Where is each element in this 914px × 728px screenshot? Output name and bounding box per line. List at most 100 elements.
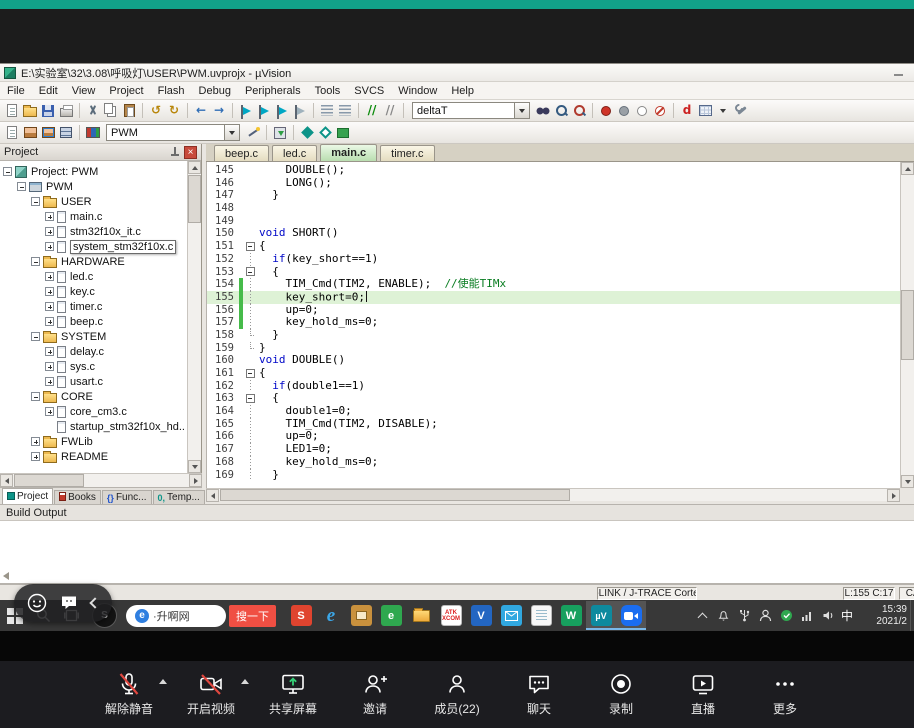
taskbar-clock[interactable]: 15:39 2021/2: [860, 604, 907, 628]
expander-icon[interactable]: [31, 452, 40, 461]
app-shield-icon[interactable]: V: [466, 601, 496, 630]
app-archive-icon[interactable]: [346, 601, 376, 630]
line-number[interactable]: 145: [207, 164, 239, 177]
build-target-icon[interactable]: [22, 124, 39, 141]
line-number[interactable]: 165: [207, 418, 239, 431]
code-line-154[interactable]: 154 TIM_Cmd(TIM2, ENABLE); //使能TIMx: [207, 278, 900, 291]
expander-icon[interactable]: [45, 227, 54, 236]
app-sogou-icon[interactable]: S: [286, 601, 316, 630]
tree-item-hardware[interactable]: HARDWARE: [0, 254, 188, 269]
line-number[interactable]: 149: [207, 215, 239, 228]
expander-icon[interactable]: [31, 332, 40, 341]
expander-icon[interactable]: [45, 347, 54, 356]
print-icon[interactable]: [58, 102, 75, 119]
comment-selection-icon[interactable]: //: [364, 102, 381, 119]
tray-volume-icon[interactable]: [821, 608, 836, 623]
translate-file-icon[interactable]: [4, 124, 21, 141]
tree-item-core-cm3-c[interactable]: core_cm3.c: [0, 404, 188, 419]
nav-forward-icon[interactable]: →: [211, 102, 228, 119]
find-in-files-icon[interactable]: [535, 102, 552, 119]
tree-item-system-stm32f10x-c[interactable]: system_stm32f10x.c: [0, 239, 188, 254]
menu-flash[interactable]: Flash: [151, 82, 192, 99]
line-number[interactable]: 147: [207, 189, 239, 202]
tree-item-system[interactable]: SYSTEM: [0, 329, 188, 344]
menu-edit[interactable]: Edit: [32, 82, 65, 99]
tree-item-usart-c[interactable]: usart.c: [0, 374, 188, 389]
meeting-more-button[interactable]: 更多: [761, 670, 809, 717]
project-tree-vertical-scrollbar[interactable]: [187, 161, 201, 473]
tray-user-icon[interactable]: [758, 608, 773, 623]
unmute-options-caret-icon[interactable]: [159, 679, 167, 684]
expander-icon[interactable]: [3, 167, 12, 176]
scrollbar-thumb[interactable]: [220, 489, 570, 501]
tree-item-led-c[interactable]: led.c: [0, 269, 188, 284]
editor-tab-led-c[interactable]: led.c: [272, 145, 317, 161]
save-icon[interactable]: [40, 102, 57, 119]
scrollbar-thumb[interactable]: [901, 290, 914, 360]
ime-indicator[interactable]: 中: [841, 607, 853, 624]
meeting-unmute-button[interactable]: 解除静音: [105, 670, 153, 717]
tree-item-key-c[interactable]: key.c: [0, 284, 188, 299]
menu-project[interactable]: Project: [102, 82, 150, 99]
code-line-152[interactable]: 152 if(key_short==1): [207, 253, 900, 266]
editor-tab-main-c[interactable]: main.c: [320, 144, 377, 161]
menu-tools[interactable]: Tools: [308, 82, 348, 99]
line-number[interactable]: 160: [207, 354, 239, 367]
redo-icon[interactable]: ↻: [166, 102, 183, 119]
tree-item-sys-c[interactable]: sys.c: [0, 359, 188, 374]
menu-help[interactable]: Help: [444, 82, 481, 99]
tree-item-project-pwm[interactable]: Project: PWM: [0, 164, 188, 179]
tree-item-startup-stm32f10x-hd-[interactable]: startup_stm32f10x_hd..: [0, 419, 188, 434]
meeting-start-video-button[interactable]: 开启视频: [187, 670, 235, 717]
expander-icon[interactable]: [45, 362, 54, 371]
scroll-down-button[interactable]: [188, 460, 201, 473]
meeting-share-screen-button[interactable]: 共享屏幕: [269, 670, 317, 717]
tray-network-icon[interactable]: [800, 608, 815, 623]
scroll-up-button[interactable]: [901, 162, 914, 175]
tray-bell-icon[interactable]: [716, 608, 731, 623]
line-number[interactable]: 161: [207, 367, 239, 380]
menu-peripherals[interactable]: Peripherals: [238, 82, 308, 99]
bookmark-toggle-icon[interactable]: [238, 102, 255, 119]
line-number[interactable]: 164: [207, 405, 239, 418]
code-editor[interactable]: 145 DOUBLE();146 LONG();147 }148149150vo…: [206, 162, 900, 488]
line-number[interactable]: 154: [207, 278, 239, 291]
meeting-chat-button[interactable]: 聊天: [515, 670, 563, 717]
menu-file[interactable]: File: [0, 82, 32, 99]
line-number[interactable]: 163: [207, 392, 239, 405]
scroll-down-button[interactable]: [901, 475, 914, 488]
code-line-146[interactable]: 146 LONG();: [207, 177, 900, 190]
panel-tab-project[interactable]: Project: [2, 488, 53, 504]
line-number[interactable]: 166: [207, 430, 239, 443]
line-number[interactable]: 150: [207, 227, 239, 240]
panel-tab-temp[interactable]: 0,Temp...: [153, 490, 205, 504]
editor-horizontal-scrollbar[interactable]: [206, 488, 900, 501]
breakpoint-disable-all-icon[interactable]: [634, 102, 651, 119]
taskbar-search-box[interactable]: e ·升啊网: [126, 605, 226, 627]
open-folder-icon[interactable]: [22, 102, 39, 119]
configure-tools-icon[interactable]: [733, 102, 750, 119]
line-number[interactable]: 168: [207, 456, 239, 469]
tree-item-fwlib[interactable]: FWLib: [0, 434, 188, 449]
bookmark-prev-icon[interactable]: [256, 102, 273, 119]
copy-icon[interactable]: [103, 102, 120, 119]
manage-rte-icon[interactable]: [299, 124, 316, 141]
emoji-face-icon[interactable]: [26, 592, 48, 614]
title-bar[interactable]: E:\实验室\32\3.08\呼吸灯\USER\PWM.uvprojx - µV…: [0, 64, 914, 82]
tree-item-readme[interactable]: README: [0, 449, 188, 464]
build-output-header[interactable]: Build Output: [0, 504, 914, 521]
fold-margin[interactable]: [243, 240, 257, 253]
bookmark-next-icon[interactable]: [274, 102, 291, 119]
paste-icon[interactable]: [121, 102, 138, 119]
app-notepad-icon[interactable]: [526, 601, 556, 630]
scroll-right-button[interactable]: [189, 474, 202, 487]
start-video-options-caret-icon[interactable]: [241, 679, 249, 684]
pin-icon[interactable]: [169, 146, 181, 159]
fold-margin[interactable]: [243, 266, 257, 279]
build-output-content[interactable]: [0, 521, 914, 584]
tree-item-beep-c[interactable]: beep.c: [0, 314, 188, 329]
minimize-icon[interactable]: [892, 68, 906, 78]
scrollbar-thumb[interactable]: [14, 474, 84, 487]
code-line-162[interactable]: 162 if(double1==1): [207, 380, 900, 393]
project-tree-horizontal-scrollbar[interactable]: [0, 473, 202, 487]
